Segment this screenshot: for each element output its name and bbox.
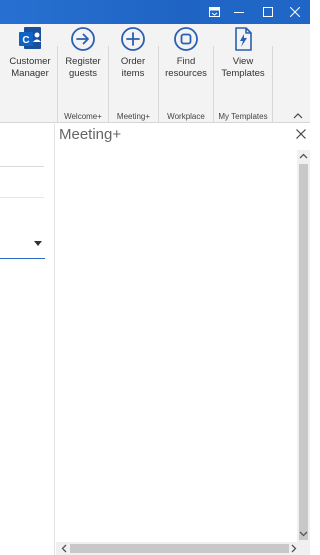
customer-manager-icon: C (19, 27, 41, 49)
left-pane-divider (0, 197, 44, 198)
titlebar-shade (0, 0, 200, 24)
scroll-up-icon[interactable] (299, 152, 308, 161)
circle-square-icon (174, 27, 198, 51)
ribbon-separator (272, 46, 273, 122)
horizontal-scrollbar[interactable] (56, 542, 310, 555)
arrow-right-circle-icon (71, 27, 95, 51)
view-templates-button[interactable]: View Templates (218, 26, 268, 86)
customer-manager-label: Customer Manager (9, 56, 51, 79)
collapse-ribbon-icon[interactable] (293, 111, 303, 121)
ribbon-separator (213, 46, 214, 122)
register-guests-button[interactable]: Register guests (60, 26, 106, 86)
maximize-icon (263, 7, 273, 17)
group-label-meeting: Meeting+ (116, 112, 151, 121)
ribbon-separator (57, 46, 58, 122)
chevron-down-icon[interactable] (34, 241, 42, 246)
task-pane-body (56, 150, 297, 542)
minimize-button[interactable] (224, 0, 254, 24)
customer-manager-button[interactable]: C Customer Manager (6, 26, 54, 86)
order-items-label: Order items (120, 56, 146, 79)
vertical-scrollbar[interactable] (297, 150, 310, 542)
scroll-right-icon[interactable] (289, 544, 298, 553)
scroll-down-icon[interactable] (299, 529, 308, 538)
ribbon-separator (108, 46, 109, 122)
find-resources-label: Find resources (165, 56, 207, 79)
group-label-welcome: Welcome+ (64, 112, 102, 121)
close-icon (290, 7, 300, 17)
register-guests-label: Register guests (65, 56, 101, 79)
left-pane (0, 124, 55, 555)
svg-text:C: C (22, 35, 29, 46)
close-icon[interactable] (295, 128, 307, 140)
horizontal-scroll-thumb[interactable] (70, 544, 289, 553)
scroll-left-icon[interactable] (60, 544, 69, 553)
ribbon-separator (158, 46, 159, 122)
view-templates-label: View Templates (221, 56, 265, 79)
plus-circle-icon (121, 27, 145, 51)
window-titlebar (0, 0, 310, 24)
find-resources-button[interactable]: Find resources (162, 26, 210, 86)
ribbon-display-options-icon (208, 7, 220, 17)
minimize-icon (234, 12, 244, 13)
group-label-my-templates: My Templates (218, 112, 268, 121)
template-lightning-icon (235, 27, 252, 51)
maximize-button[interactable] (253, 0, 283, 24)
task-pane-title: Meeting+ (59, 126, 122, 143)
vertical-scroll-thumb[interactable] (299, 164, 308, 540)
group-label-workplace: Workplace (167, 112, 205, 121)
left-pane-field[interactable] (0, 166, 44, 167)
close-window-button[interactable] (280, 0, 310, 24)
order-items-button[interactable]: Order items (112, 26, 154, 86)
